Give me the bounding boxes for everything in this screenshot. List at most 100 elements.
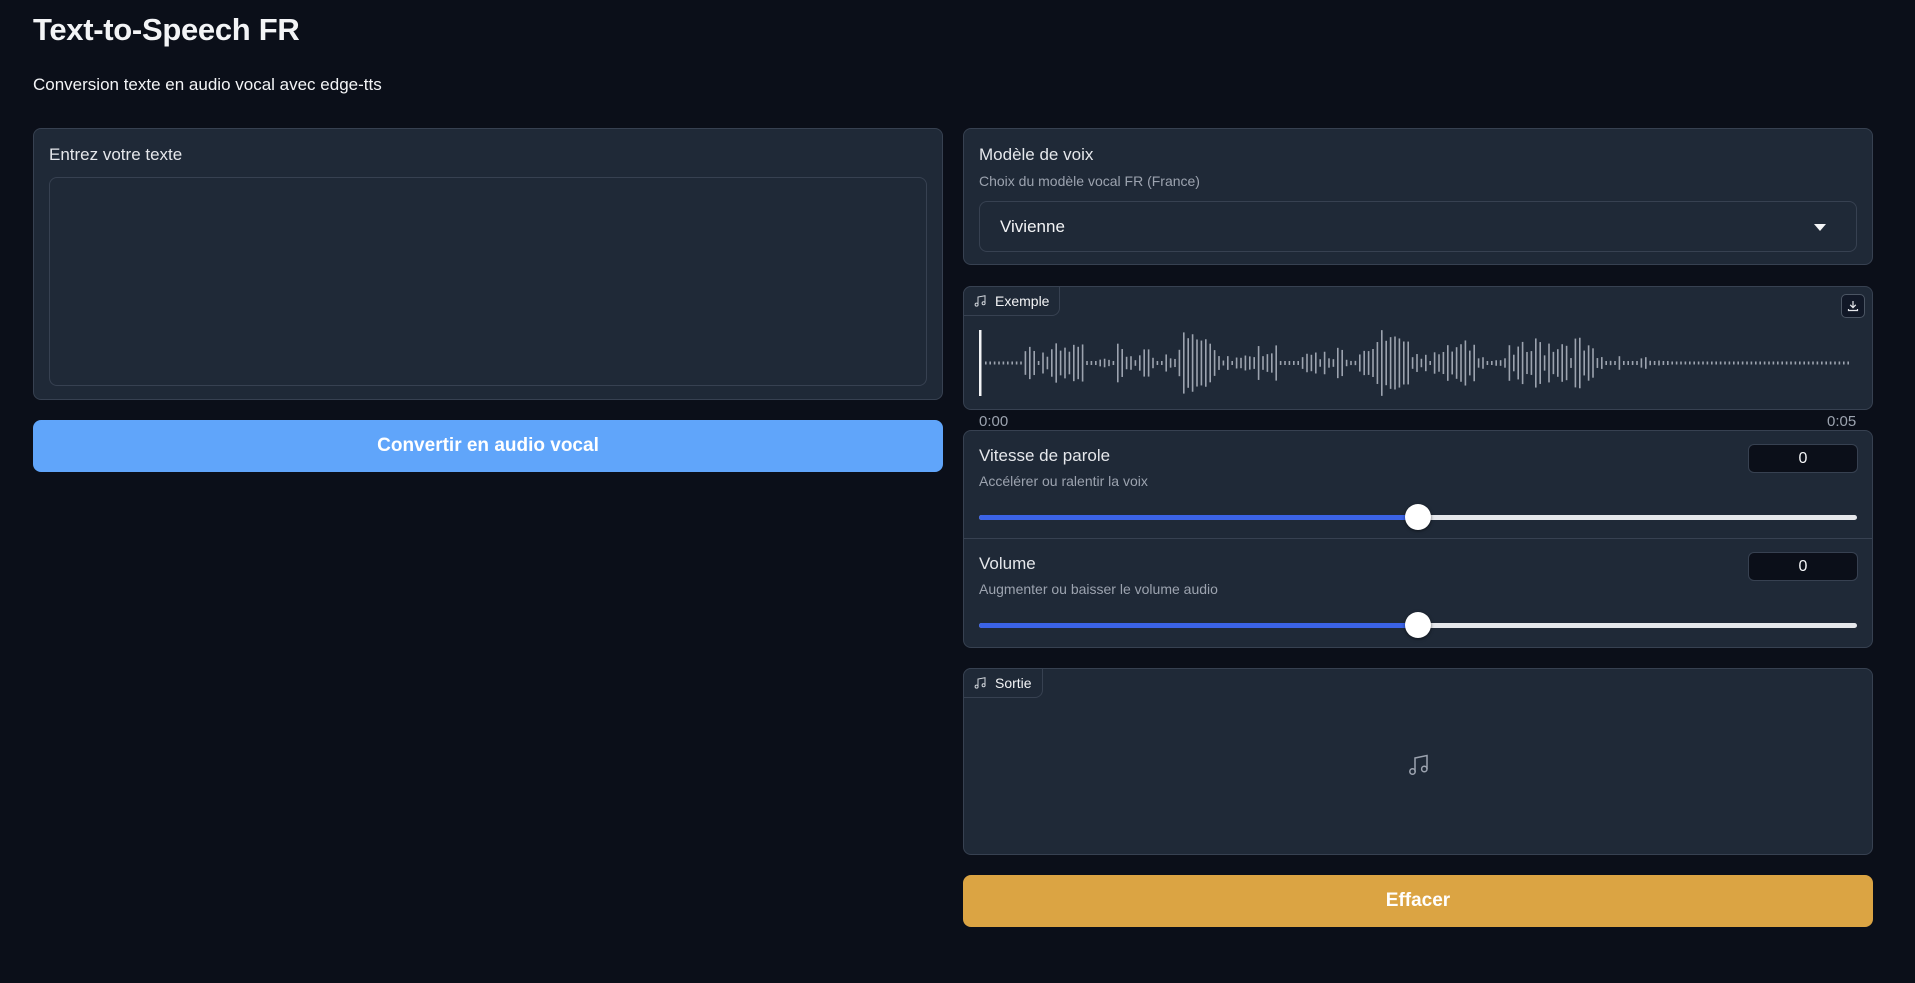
example-audio-panel: Exemple xyxy=(963,286,1873,410)
waveform-bar xyxy=(1394,336,1396,390)
waveform-bar xyxy=(1191,334,1194,392)
waveform-bar xyxy=(1323,351,1326,375)
waveform-bar xyxy=(1847,361,1849,365)
example-time-end: 0:05 xyxy=(1827,413,1857,430)
download-button[interactable] xyxy=(1841,294,1865,318)
waveform-bar xyxy=(1359,354,1361,372)
waveform-bar xyxy=(1442,351,1445,375)
speed-slider-thumb[interactable] xyxy=(1405,504,1431,530)
waveform-bar xyxy=(1785,361,1788,365)
waveform-bar xyxy=(1337,347,1339,379)
waveform-bar xyxy=(1482,357,1484,369)
clear-button[interactable]: Effacer xyxy=(963,875,1873,927)
music-note-icon xyxy=(1409,754,1428,775)
waveform-bar xyxy=(993,361,996,365)
waveform-bar xyxy=(1680,361,1682,365)
waveform-bar xyxy=(1486,361,1489,365)
waveform-bar xyxy=(1315,352,1317,374)
waveform-bar xyxy=(1354,360,1357,366)
waveform-bar xyxy=(1812,361,1814,365)
waveform-bar xyxy=(1161,361,1163,365)
waveform-bar xyxy=(1249,356,1251,370)
volume-slider-track[interactable] xyxy=(979,612,1857,638)
waveform-bar xyxy=(1728,361,1731,365)
waveform-bar xyxy=(1095,361,1097,365)
volume-slider-block: Volume Augmenter ou baisser le volume au… xyxy=(964,539,1872,647)
voice-model-info: Choix du modèle vocal FR (France) xyxy=(979,173,1200,189)
waveform-bar xyxy=(1596,358,1599,368)
waveform-bar xyxy=(1499,360,1502,366)
waveform-bar xyxy=(985,361,987,365)
waveform-bar xyxy=(1244,355,1247,371)
waveform-bar xyxy=(1645,357,1647,369)
waveform-bar xyxy=(1706,361,1709,365)
speed-slider-block: Vitesse de parole Accélérer ou ralentir … xyxy=(964,431,1872,539)
waveform-bar xyxy=(1693,361,1695,365)
volume-info: Augmenter ou baisser le volume audio xyxy=(979,581,1218,597)
voice-model-dropdown[interactable]: Vivienne xyxy=(979,201,1857,252)
text-input[interactable] xyxy=(49,177,927,386)
waveform-bar xyxy=(1310,354,1313,372)
playhead[interactable] xyxy=(979,330,982,396)
waveform-bar xyxy=(1521,341,1524,385)
waveform-bar xyxy=(1733,361,1735,365)
waveform-bar xyxy=(1011,361,1013,365)
output-audio-panel: Sortie xyxy=(963,668,1873,855)
waveform-bar xyxy=(1099,359,1101,367)
waveform-bar xyxy=(1420,358,1423,368)
convert-button[interactable]: Convertir en audio vocal xyxy=(33,420,943,472)
waveform-bar xyxy=(1587,345,1590,381)
waveform-bar xyxy=(1209,343,1211,383)
waveform-bar xyxy=(1684,361,1687,365)
waveform-bar xyxy=(1086,361,1088,365)
waveform-bar xyxy=(1829,361,1832,365)
page-title: Text-to-Speech FR xyxy=(33,12,300,47)
waveform-bar xyxy=(1240,357,1242,369)
waveform-bar xyxy=(1653,361,1656,365)
waveform-bar xyxy=(1737,361,1739,365)
music-note-icon xyxy=(974,677,986,689)
waveform-bar xyxy=(1513,354,1515,372)
waveform-bar xyxy=(1156,361,1159,365)
waveform-bar xyxy=(1029,346,1031,380)
waveform-bar xyxy=(1279,361,1282,365)
speed-number-input[interactable]: 0 xyxy=(1748,444,1858,473)
example-waveform[interactable] xyxy=(979,327,1857,399)
waveform-bar xyxy=(1187,338,1189,388)
download-icon xyxy=(1847,301,1859,312)
waveform-bar xyxy=(1662,361,1665,365)
waveform-bar xyxy=(1816,361,1819,365)
waveform-bar xyxy=(1174,358,1176,368)
volume-slider-thumb[interactable] xyxy=(1405,612,1431,638)
waveform-bar xyxy=(1671,361,1673,365)
waveform-bar xyxy=(1288,361,1291,365)
waveform-bar xyxy=(1007,361,1009,365)
waveform-bar xyxy=(1103,358,1106,368)
waveform-bar xyxy=(1139,355,1141,371)
waveform-bar xyxy=(1790,361,1792,365)
volume-number-input[interactable]: 0 xyxy=(1748,552,1858,581)
output-audio-label: Sortie xyxy=(995,675,1032,691)
waveform-bar xyxy=(1469,350,1471,376)
waveform-bar xyxy=(1147,349,1150,377)
waveform-bar xyxy=(1125,356,1128,370)
waveform-bar xyxy=(1741,361,1744,365)
waveform-bar xyxy=(1631,361,1634,365)
waveform-bar xyxy=(1169,358,1172,368)
waveform-bar xyxy=(1090,361,1093,365)
waveform-bar xyxy=(1697,361,1700,365)
speed-slider-fill xyxy=(979,515,1418,520)
waveform-bar xyxy=(1112,361,1115,365)
waveform-bar xyxy=(1491,361,1493,365)
waveform-bar xyxy=(1293,361,1295,365)
waveform-bar xyxy=(1372,348,1374,378)
waveform-bar xyxy=(1332,359,1335,367)
speed-info: Accélérer ou ralentir la voix xyxy=(979,473,1148,489)
waveform-bar xyxy=(1552,351,1555,375)
waveform-bar xyxy=(1002,361,1005,365)
waveform-bar xyxy=(1579,337,1581,389)
example-audio-label: Exemple xyxy=(995,293,1050,309)
waveform-bar xyxy=(1517,346,1519,380)
speed-slider-track[interactable] xyxy=(979,504,1857,530)
waveform-bar xyxy=(1200,340,1203,386)
